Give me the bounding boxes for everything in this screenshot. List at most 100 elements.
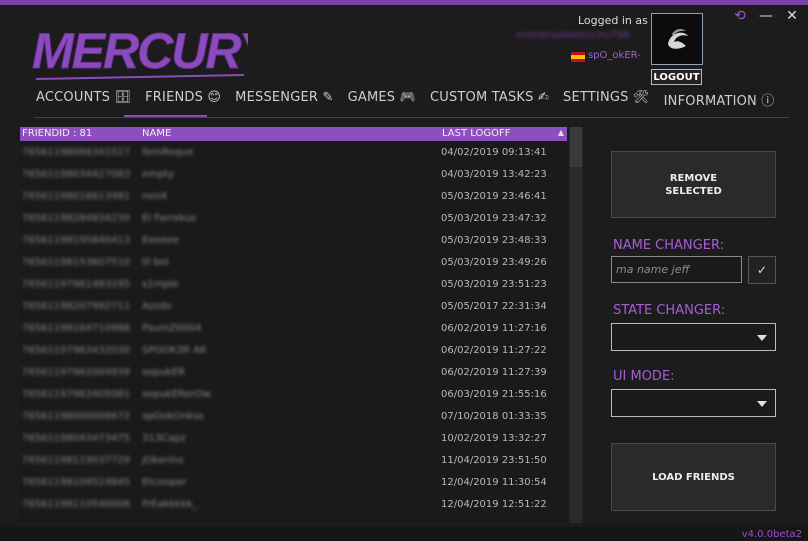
friend-id-cell: 76561198119037729 <box>22 455 131 466</box>
name-changer-label: NAME CHANGER: <box>613 238 724 253</box>
state-changer-dropdown[interactable] <box>611 323 776 351</box>
table-row[interactable]: 76561198109524845 Etcooper 12/04/2019 11:3… <box>20 471 567 493</box>
column-friendid[interactable]: FRIENDID : 81 <box>22 128 92 139</box>
remove-selected-label: REMOVE SELECTED <box>665 172 722 197</box>
table-row[interactable]: 76561198043473475 313Capz 10/02/2019 13:32… <box>20 427 567 449</box>
table-row[interactable]: 76561198164710986 PsumZ0004 06/02/2019 11:… <box>20 317 567 339</box>
mercury-logo: MERCURY <box>32 23 248 80</box>
persona-name: spO_okER- <box>588 50 641 61</box>
friend-id-cell: 76561198043473475 <box>22 433 131 444</box>
table-row[interactable]: 76561198119037729 jOkerino 11/04/2019 23:5… <box>20 449 567 471</box>
friends-list[interactable]: FRIENDID : 81 NAME LAST LOGOFF ▲ 7656119… <box>20 127 567 523</box>
last-logoff-cell: 10/02/2019 13:32:27 <box>441 433 547 444</box>
friend-name-cell: sepukER <box>142 367 186 378</box>
refresh-icon[interactable]: ⟲ <box>732 8 748 24</box>
friend-name-cell: neoX <box>142 191 168 202</box>
friend-id-cell: 76561198164710986 <box>22 323 131 334</box>
table-row[interactable]: 76561198000006672 spOokOnkss 07/10/2018 01… <box>20 405 567 427</box>
friend-name-cell: lil boi <box>142 257 169 268</box>
tab-settings[interactable]: SETTINGS 🛠 <box>563 90 650 112</box>
friend-id-cell: 76561197963405081 <box>22 389 131 400</box>
table-row[interactable]: 76561198066341527 fernRoque 04/02/2019 09:… <box>20 141 567 163</box>
logo-text: MERCURY <box>32 23 248 79</box>
last-logoff-cell: 04/02/2019 09:13:41 <box>441 147 547 158</box>
friend-name-cell: SPOOK3R AK <box>142 345 207 356</box>
table-row[interactable]: 76561198284834230 El Farrekus 05/03/2019 2… <box>20 207 567 229</box>
load-friends-button[interactable]: LOAD FRIENDS <box>611 443 776 511</box>
last-logoff-cell: 12/04/2019 11:30:54 <box>441 477 547 488</box>
avatar-image <box>668 29 688 49</box>
table-row[interactable]: 76561197963432030 SPOOK3R AK 06/02/2019 11… <box>20 339 567 361</box>
friend-id-cell: 76561198000006672 <box>22 411 131 422</box>
friends-list-rows: 76561198066341527 fernRoque 04/02/2019 09:… <box>20 141 567 515</box>
remove-selected-button[interactable]: REMOVE SELECTED <box>611 151 776 218</box>
table-row[interactable]: 76561198195840413 Eeeeee 05/03/2019 23:48:… <box>20 229 567 251</box>
table-row[interactable]: 76561198153607510 lil boi 05/03/2019 23:49… <box>20 251 567 273</box>
friend-id-cell: 76561198207992711 <box>22 301 131 312</box>
logged-in-label: Logged in as <box>578 14 648 27</box>
table-row[interactable]: 76561197962004939 sepukER 06/02/2019 11:27… <box>20 361 567 383</box>
friend-id-cell: 76561198284834230 <box>22 213 131 224</box>
friend-name-cell: sepukERerOw <box>142 389 211 400</box>
friend-id-cell: 76561197961483295 <box>22 279 131 290</box>
chevron-down-icon <box>757 335 767 341</box>
nav-divider <box>34 117 789 118</box>
sort-ascending-icon[interactable]: ▲ <box>558 128 564 137</box>
load-friends-label: LOAD FRIENDS <box>652 471 735 483</box>
table-row[interactable]: 76561198016613481 neoX 05/03/2019 23:46:41 <box>20 185 567 207</box>
friend-name-cell: 313Capz <box>142 433 186 444</box>
friend-name-cell: Azzdo <box>142 301 172 312</box>
minimize-icon[interactable]: — <box>758 8 774 24</box>
tab-games[interactable]: GAMES 🎮 <box>348 90 416 112</box>
table-row[interactable]: 76561198207992711 Azzdo 05/05/2017 22:31:3… <box>20 295 567 317</box>
avatar[interactable] <box>651 13 703 65</box>
top-accent-bar <box>0 0 808 5</box>
last-logoff-cell: 06/03/2019 21:55:16 <box>441 389 547 400</box>
tab-messenger[interactable]: MESSENGER ✎ <box>235 90 333 112</box>
name-changer-input[interactable] <box>611 256 742 283</box>
friend-name-cell: jOkerino <box>142 455 184 466</box>
table-row[interactable]: 76561198034427083 empty 04/03/2019 13:42:2… <box>20 163 567 185</box>
chevron-down-icon <box>757 401 767 407</box>
status-bar <box>0 527 808 541</box>
table-row[interactable]: 76561197961483295 s1mple 05/03/2019 23:51:… <box>20 273 567 295</box>
ui-mode-dropdown[interactable] <box>611 389 776 417</box>
friend-id-cell: 76561198016613481 <box>22 191 131 202</box>
last-logoff-cell: 06/02/2019 11:27:39 <box>441 367 547 378</box>
checkmark-icon: ✓ <box>756 263 768 277</box>
friend-name-cell: El Farrekus <box>142 213 197 224</box>
friend-id-cell: 76561198153607510 <box>22 257 131 268</box>
tab-accounts[interactable]: ACCOUNTS 🗄 <box>36 90 131 112</box>
logout-button[interactable]: LOGOUT <box>651 69 702 85</box>
last-logoff-cell: 06/02/2019 11:27:16 <box>441 323 547 334</box>
logged-in-account: monstrodadotucho798 <box>516 30 630 41</box>
column-last-logoff[interactable]: LAST LOGOFF <box>442 128 511 139</box>
tab-custom-tasks[interactable]: CUSTOM TASKS ✍ <box>430 90 549 112</box>
friend-name-cell: fernRoque <box>142 147 194 158</box>
last-logoff-cell: 05/03/2019 23:46:41 <box>441 191 547 202</box>
friends-list-scrollbar[interactable] <box>569 127 583 523</box>
state-changer-label: STATE CHANGER: <box>613 303 726 318</box>
last-logoff-cell: 06/02/2019 11:27:22 <box>441 345 547 356</box>
friend-id-cell: 76561198034427083 <box>22 169 131 180</box>
friend-id-cell: 76561198110540006 <box>22 499 131 510</box>
friend-name-cell: Etcooper <box>142 477 187 488</box>
last-logoff-cell: 04/03/2019 13:42:23 <box>441 169 547 180</box>
column-name[interactable]: NAME <box>142 128 171 139</box>
table-row[interactable]: 76561198110540006 FrEakkkkk_ 12/04/2019 12… <box>20 493 567 515</box>
friend-id-cell: 76561198109524845 <box>22 477 131 488</box>
friend-name-cell: FrEakkkkk_ <box>142 499 198 510</box>
friend-name-cell: Eeeeee <box>142 235 180 246</box>
friends-list-header: FRIENDID : 81 NAME LAST LOGOFF ▲ <box>20 127 567 141</box>
last-logoff-cell: 05/05/2017 22:31:34 <box>441 301 547 312</box>
table-row[interactable]: 76561197963405081 sepukERerOw 06/03/2019 2… <box>20 383 567 405</box>
scroll-thumb[interactable] <box>570 127 582 167</box>
friend-name-cell: s1mple <box>142 279 179 290</box>
tab-friends[interactable]: FRIENDS 😊 <box>145 90 221 112</box>
last-logoff-cell: 05/03/2019 23:47:32 <box>441 213 547 224</box>
main-nav: ACCOUNTS 🗄 FRIENDS 😊 MESSENGER ✎ GAMES 🎮… <box>36 90 789 112</box>
tab-information[interactable]: INFORMATION ⓘ <box>664 90 775 112</box>
confirm-name-button[interactable]: ✓ <box>748 256 776 284</box>
friend-id-cell: 76561198066341527 <box>22 147 131 158</box>
close-icon[interactable]: ✕ <box>784 8 800 24</box>
